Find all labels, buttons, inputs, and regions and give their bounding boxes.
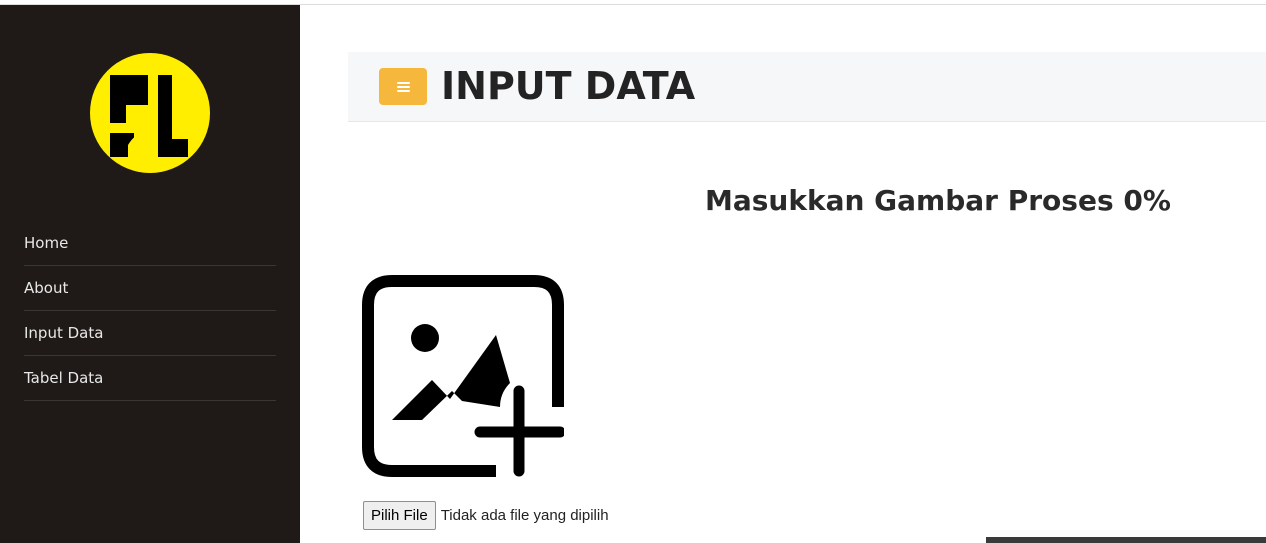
sidebar-item-tabel-data[interactable]: Tabel Data: [24, 356, 276, 401]
pu-logo-icon: [90, 53, 210, 173]
bottom-scrollbar[interactable]: [986, 537, 1266, 543]
hamburger-icon: [396, 81, 410, 92]
sidebar: Home About Input Data Tabel Data: [0, 5, 300, 543]
sidebar-item-input-data[interactable]: Input Data: [24, 311, 276, 356]
choose-file-button[interactable]: Pilih File: [363, 501, 436, 530]
page-header: INPUT DATA: [348, 52, 1266, 122]
add-image-icon[interactable]: [362, 275, 564, 477]
upload-heading: Masukkan Gambar Proses 0%: [705, 184, 1171, 217]
page-title: INPUT DATA: [441, 64, 696, 108]
file-status-text: Tidak ada file yang dipilih: [440, 507, 609, 524]
menu-toggle-button[interactable]: [379, 68, 427, 105]
file-input: Pilih File Tidak ada file yang dipilih: [363, 501, 609, 530]
sidebar-item-about[interactable]: About: [24, 266, 276, 311]
sidebar-item-home[interactable]: Home: [24, 221, 276, 266]
sidebar-nav: Home About Input Data Tabel Data: [24, 221, 276, 401]
